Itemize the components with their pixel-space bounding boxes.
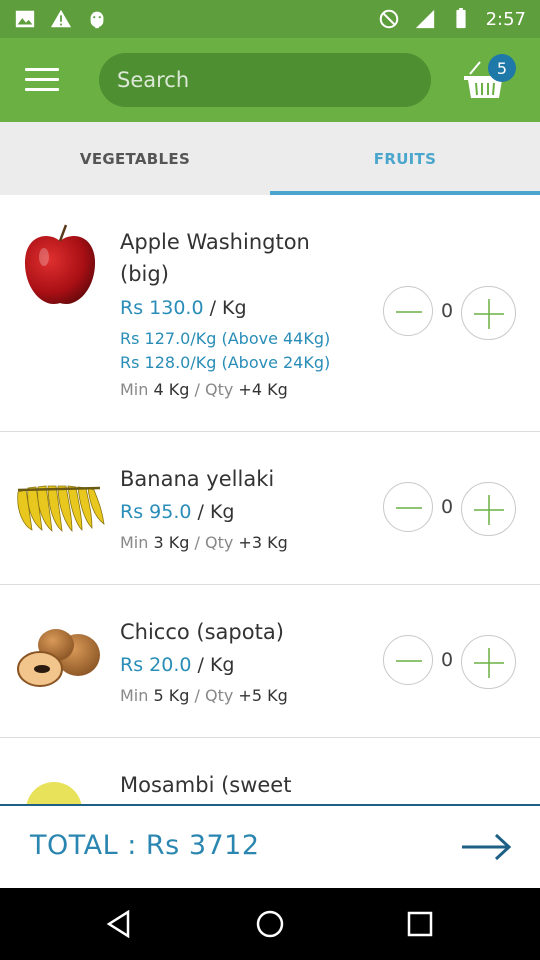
minus-icon [396,311,422,313]
min-value: 4 Kg [153,380,190,399]
app-bar: 5 [0,38,540,122]
total-amount: TOTAL : Rs 3712 [30,830,260,861]
back-icon[interactable] [104,908,136,940]
product-name: Mosambi (sweet [120,773,292,797]
cart-button[interactable]: 5 [462,54,516,106]
quantity-stepper: 0 [383,286,517,340]
price-unit: / Kg [197,501,235,523]
price-unit: / Kg [197,654,235,676]
search-input[interactable] [117,68,431,92]
tab-fruits[interactable]: FRUITS [270,122,540,195]
tab-vegetables[interactable]: VEGETABLES [0,122,270,195]
increase-button[interactable] [461,482,516,536]
search-bar[interactable] [99,53,431,107]
list-item[interactable]: Chicco (sapota) Rs 20.0 / Kg Min 5 Kg / … [0,585,540,738]
system-nav-bar [0,888,540,960]
do-not-disturb-icon [379,9,398,29]
recents-icon[interactable] [404,908,436,940]
android-icon [90,11,104,29]
decrease-button[interactable] [383,635,433,685]
price-value: Rs 20.0 [120,654,192,676]
minus-icon [396,660,422,662]
qty-step: +5 Kg [238,686,288,705]
plus-icon [474,495,504,525]
product-list[interactable]: Apple Washington (big) Rs 130.0 / Kg Rs … [0,195,540,804]
status-time: 2:57 [485,8,526,30]
min-value: 5 Kg [153,686,190,705]
list-item[interactable]: Apple Washington (big) Rs 130.0 / Kg Rs … [0,195,540,432]
arrow-right-icon[interactable] [460,832,512,862]
bulk-price-tier: Rs 127.0/Kg (Above 44Kg) [120,329,331,348]
quantity-value: 0 [440,649,454,671]
product-name: Banana yellaki [120,467,275,491]
min-qty-info: Min 4 Kg / Qty +4 Kg [120,380,288,399]
list-item[interactable]: Mosambi (sweet [0,738,540,804]
warning-icon [50,9,72,28]
quantity-stepper: 0 [383,635,517,689]
banana-image [17,485,105,532]
bulk-price-tier: Rs 128.0/Kg (Above 24Kg) [120,353,331,372]
quantity-value: 0 [440,496,454,518]
price-unit: / Kg [209,297,247,319]
apple-image [24,224,96,304]
product-price: Rs 95.0 / Kg [120,501,234,523]
product-price: Rs 20.0 / Kg [120,654,234,676]
product-name: Apple Washington (big) [120,230,310,286]
increase-button[interactable] [461,635,516,689]
mosambi-image [26,782,82,804]
signal-icon [415,9,434,29]
battery-icon [455,8,466,29]
qty-label: / Qty [194,380,234,399]
plus-icon [474,299,504,329]
min-label: Min [120,533,149,552]
minus-icon [396,507,422,509]
min-qty-info: Min 5 Kg / Qty +5 Kg [120,686,288,705]
quantity-value: 0 [440,300,454,322]
min-label: Min [120,380,149,399]
sapota-image [17,629,100,687]
qty-label: / Qty [194,533,234,552]
price-value: Rs 95.0 [120,501,192,523]
product-price: Rs 130.0 / Kg [120,297,247,319]
qty-step: +4 Kg [238,380,288,399]
quantity-stepper: 0 [383,482,517,536]
status-bar: 2:57 [0,0,540,38]
home-icon[interactable] [254,908,286,940]
price-value: Rs 130.0 [120,297,204,319]
plus-icon [474,648,504,678]
increase-button[interactable] [461,286,516,340]
decrease-button[interactable] [383,482,433,532]
decrease-button[interactable] [383,286,433,336]
min-qty-info: Min 3 Kg / Qty +3 Kg [120,533,288,552]
qty-label: / Qty [194,686,234,705]
gallery-notification-icon [15,10,35,28]
cart-count-badge: 5 [488,54,516,82]
product-name: Chicco (sapota) [120,620,284,644]
min-label: Min [120,686,149,705]
min-value: 3 Kg [153,533,190,552]
list-item[interactable]: Banana yellaki Rs 95.0 / Kg Min 3 Kg / Q… [0,432,540,585]
qty-step: +3 Kg [238,533,288,552]
total-bar: TOTAL : Rs 3712 [0,804,540,888]
menu-button[interactable] [25,68,59,92]
category-tabs: VEGETABLES FRUITS [0,122,540,195]
